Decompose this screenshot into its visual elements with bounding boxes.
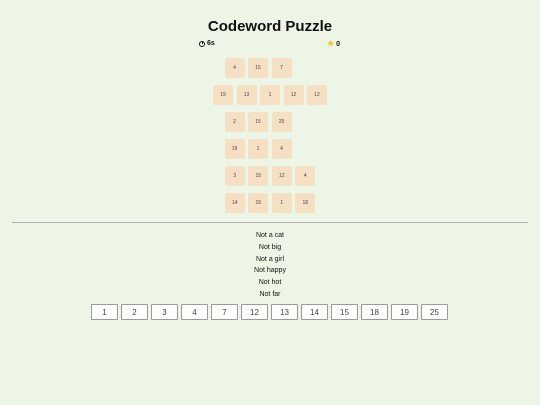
number-key[interactable]: 19: [391, 304, 418, 320]
grid-cell[interactable]: 12: [283, 85, 304, 105]
divider: [12, 222, 528, 223]
number-key[interactable]: 15: [331, 304, 358, 320]
grid-cell[interactable]: 13: [236, 85, 257, 105]
codeword-page: Codeword Puzzle 6s ★ 0 4 15 7 19 13 1 12 12 2 15 2…: [0, 0, 540, 405]
number-key[interactable]: 2: [121, 304, 148, 320]
number-key[interactable]: 3: [151, 304, 178, 320]
number-key[interactable]: 1: [91, 304, 118, 320]
grid-row: 2 15 25: [0, 112, 528, 132]
grid-cell[interactable]: 12: [271, 166, 292, 186]
page-title: Codeword Puzzle: [207, 18, 333, 35]
grid-cell[interactable]: 7: [271, 58, 292, 78]
grid-row: 19 1 4: [0, 139, 528, 159]
grid-cell[interactable]: 19: [213, 85, 233, 105]
grid-cell[interactable]: 15: [248, 58, 268, 78]
clue-item: Not big: [258, 243, 282, 251]
grid-cell[interactable]: 25: [271, 112, 292, 132]
grid-cell[interactable]: 15: [248, 166, 269, 186]
grid-row: 3 15 12 4: [0, 166, 540, 186]
number-key[interactable]: 7: [211, 304, 238, 320]
clue-list: Not a cat Not big Not a girl Not happy Not h…: [0, 230, 540, 301]
timer: 6s: [199, 40, 215, 47]
grid-cell[interactable]: 15: [248, 112, 268, 132]
grid-cell[interactable]: 1: [260, 85, 280, 105]
score-value: 0: [336, 40, 341, 48]
star-icon: ★: [327, 39, 335, 48]
score: ★ 0: [327, 40, 340, 48]
grid-cell[interactable]: 2: [224, 112, 245, 132]
number-key[interactable]: 4: [181, 304, 208, 320]
grid-cell[interactable]: 12: [307, 85, 327, 105]
grid-cell[interactable]: 4: [295, 166, 316, 186]
number-key[interactable]: 25: [421, 304, 448, 320]
clue-item: Not far: [259, 290, 281, 298]
number-key[interactable]: 18: [361, 304, 388, 320]
clue-item: Not happy: [254, 267, 286, 275]
timer-value: 6s: [207, 40, 215, 47]
grid-row: 4 15 7: [0, 58, 528, 78]
grid-row: 14 15 1 18: [0, 193, 540, 213]
grid-cell[interactable]: 1: [248, 139, 268, 159]
number-keypad: 1 2 3 4 7 12 13 14 15 18 19 25: [91, 304, 448, 320]
grid-cell[interactable]: 3: [224, 166, 245, 186]
clue-item: Not hot: [258, 279, 282, 287]
clue-item: Not a girl: [255, 255, 284, 263]
clue-item: Not a cat: [255, 232, 284, 239]
number-key[interactable]: 13: [271, 304, 298, 320]
grid-cell[interactable]: 15: [248, 193, 269, 213]
grid-cell[interactable]: 19: [224, 139, 245, 159]
grid-cell[interactable]: 1: [271, 193, 292, 213]
grid-cell[interactable]: 4: [271, 139, 292, 159]
number-key[interactable]: 12: [241, 304, 268, 320]
number-key[interactable]: 14: [301, 304, 328, 320]
grid-cell[interactable]: 14: [224, 193, 245, 213]
timer-icon: [199, 40, 205, 47]
grid-cell[interactable]: 18: [295, 193, 316, 213]
grid-row: 19 13 1 12 12: [0, 85, 540, 105]
grid-cell[interactable]: 4: [224, 58, 245, 78]
